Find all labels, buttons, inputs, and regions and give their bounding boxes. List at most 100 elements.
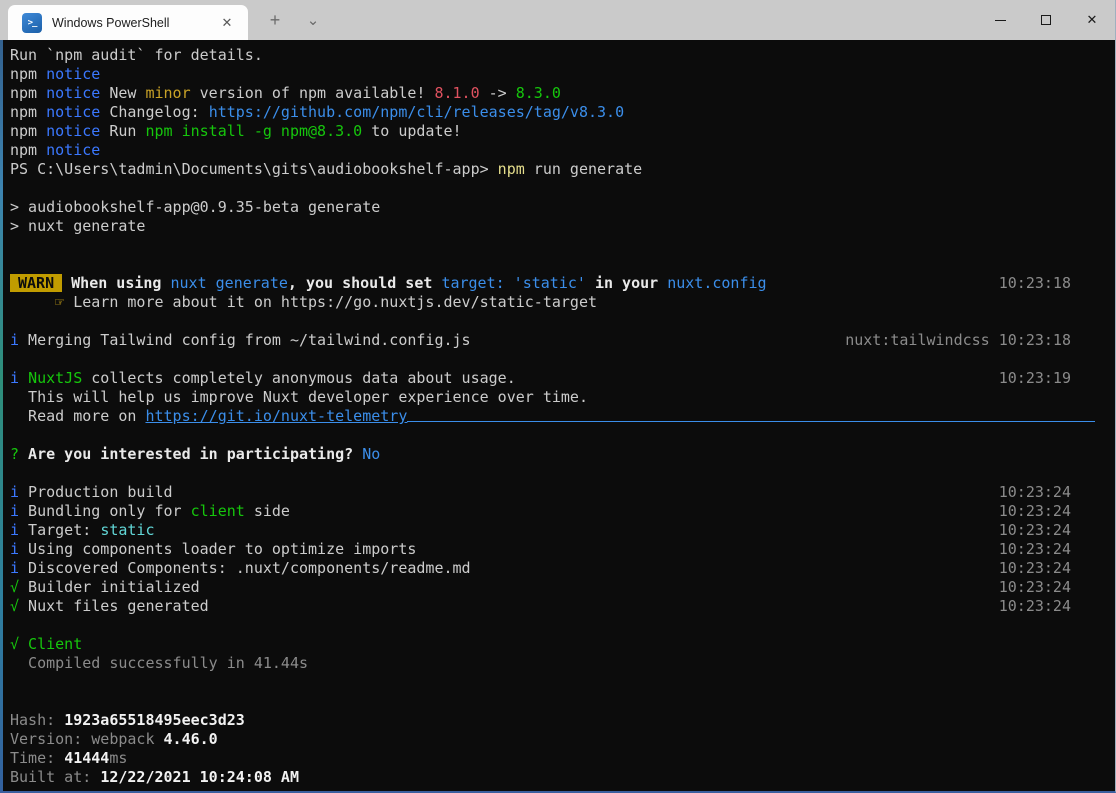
- terminal-text: notice: [46, 103, 100, 121]
- terminal-line: Hash: 1923a65518495eec3d23: [10, 711, 1071, 730]
- terminal-line: i NuxtJS collects completely anonymous d…: [10, 369, 1071, 388]
- terminal-text: Compiled successfully in 41.44s: [10, 654, 308, 672]
- terminal-text: in your: [586, 274, 667, 292]
- terminal-text: New: [100, 84, 145, 102]
- close-button[interactable]: ✕: [1069, 0, 1115, 40]
- terminal-line: WARN When using nuxt generate, you shoul…: [10, 274, 1071, 293]
- terminal-text: NuxtJS: [28, 369, 82, 387]
- terminal-text: Time:: [10, 749, 64, 767]
- maximize-button[interactable]: [1023, 0, 1069, 40]
- tab-close-icon[interactable]: ✕: [216, 12, 238, 34]
- terminal-text: Run: [100, 122, 145, 140]
- terminal-line: npm notice: [10, 65, 1071, 84]
- terminal-text: WARN: [10, 274, 62, 292]
- terminal-line: > audiobookshelf-app@0.9.35-beta generat…: [10, 198, 1071, 217]
- terminal-line: Read more on https://git.io/nuxt-telemet…: [10, 407, 1071, 426]
- terminal-text: npm install -g npm@8.3.0: [145, 122, 362, 140]
- terminal-text: npm: [498, 160, 525, 178]
- terminal-text: Production build: [19, 483, 173, 501]
- terminal-text: Learn more about it on https://go.nuxtjs…: [64, 293, 597, 311]
- terminal-text: ->: [480, 84, 516, 102]
- tab-title: Windows PowerShell: [52, 16, 216, 30]
- terminal-text: This will help us improve Nuxt developer…: [10, 388, 588, 406]
- new-tab-button[interactable]: +: [260, 5, 290, 35]
- terminal-text: ms: [109, 749, 127, 767]
- terminal-line: i Production build10:23:24: [10, 483, 1071, 502]
- terminal-output[interactable]: Run `npm audit` for details.npm noticenp…: [0, 40, 1115, 791]
- terminal-text: collects completely anonymous data about…: [82, 369, 515, 387]
- terminal-line: npm notice: [10, 141, 1071, 160]
- terminal-line: √ Client: [10, 635, 1071, 654]
- log-timestamp: nuxt:tailwindcss 10:23:18: [845, 331, 1071, 350]
- terminal-text: i: [10, 331, 19, 349]
- terminal-text: Changelog:: [100, 103, 208, 121]
- terminal-text: > nuxt generate: [10, 217, 145, 235]
- terminal-line: Built at: 12/22/2021 10:24:08 AM: [10, 768, 1071, 787]
- terminal-text: > audiobookshelf-app@0.9.35-beta generat…: [10, 198, 380, 216]
- terminal-line: [10, 692, 1071, 711]
- terminal-text: Nuxt files generated: [19, 597, 209, 615]
- log-timestamp: 10:23:24: [999, 483, 1071, 502]
- terminal-text: ☞: [55, 293, 64, 311]
- terminal-link[interactable]: https://github.com/npm/cli/releases/tag/…: [209, 103, 624, 121]
- terminal-link[interactable]: target: 'static': [441, 274, 586, 292]
- terminal-line: ? Are you interested in participating? N…: [10, 445, 1071, 464]
- terminal-text: Merging Tailwind config from ~/tailwind.…: [19, 331, 471, 349]
- terminal-line: √ Builder initialized10:23:24: [10, 578, 1071, 597]
- terminal-text: Bundling only for: [19, 502, 191, 520]
- terminal-line: [10, 616, 1071, 635]
- terminal-text: Run `npm audit` for details.: [10, 46, 263, 64]
- log-timestamp: 10:23:24: [999, 540, 1071, 559]
- close-icon: ✕: [1087, 12, 1098, 28]
- log-timestamp: 10:23:19: [999, 369, 1071, 388]
- log-timestamp: 10:23:18: [999, 274, 1071, 293]
- terminal-text: notice: [46, 141, 100, 159]
- terminal-text: static: [100, 521, 154, 539]
- terminal-text: Discovered Components: .nuxt/components/…: [19, 559, 471, 577]
- terminal-text: notice: [46, 122, 100, 140]
- terminal-line: npm notice New minor version of npm avai…: [10, 84, 1071, 103]
- terminal-line: > nuxt generate: [10, 217, 1071, 236]
- terminal-line: npm notice Run npm install -g npm@8.3.0 …: [10, 122, 1071, 141]
- terminal-text: [19, 369, 28, 387]
- terminal-text: notice: [46, 65, 100, 83]
- terminal-text: i: [10, 540, 19, 558]
- terminal-text: npm: [10, 84, 46, 102]
- terminal-line: ☞ Learn more about it on https://go.nuxt…: [10, 293, 1071, 312]
- terminal-text: Are you interested in participating?: [19, 445, 362, 463]
- terminal-link[interactable]: No: [362, 445, 380, 463]
- chevron-down-icon[interactable]: ⌄: [298, 5, 328, 35]
- terminal-line: npm notice Changelog: https://github.com…: [10, 103, 1071, 122]
- log-timestamp: 10:23:24: [999, 559, 1071, 578]
- log-timestamp: 10:23:24: [999, 521, 1071, 540]
- terminal-line: i Bundling only for client side10:23:24: [10, 502, 1071, 521]
- terminal-text: 12/22/2021 10:24:08 AM: [100, 768, 299, 786]
- terminal-text: Built at:: [10, 768, 100, 786]
- terminal-text: client: [191, 502, 245, 520]
- terminal-text: Read more on: [10, 407, 145, 425]
- terminal-text: i: [10, 369, 19, 387]
- terminal-text: minor: [145, 84, 190, 102]
- terminal-text: npm: [10, 103, 46, 121]
- terminal-line: [10, 255, 1071, 274]
- terminal-text: √ Client: [10, 635, 82, 653]
- log-timestamp: 10:23:24: [999, 502, 1071, 521]
- terminal-text: version of npm available!: [191, 84, 435, 102]
- terminal-line: Time: 41444ms: [10, 749, 1071, 768]
- minimize-button[interactable]: [977, 0, 1023, 40]
- tab-windows-powershell[interactable]: >_ Windows PowerShell ✕: [8, 5, 248, 40]
- terminal-line: Compiled successfully in 41.44s: [10, 654, 1071, 673]
- terminal-text: Target:: [19, 521, 100, 539]
- terminal-line: [10, 673, 1071, 692]
- terminal-window: >_ Windows PowerShell ✕ + ⌄ ✕ Run `npm a…: [0, 0, 1116, 793]
- terminal-text: npm: [10, 122, 46, 140]
- terminal-line: i Target: static10:23:24: [10, 521, 1071, 540]
- terminal-text: ?: [10, 445, 19, 463]
- maximize-icon: [1041, 15, 1051, 25]
- terminal-line: [10, 312, 1071, 331]
- terminal-line: i Using components loader to optimize im…: [10, 540, 1071, 559]
- terminal-link[interactable]: nuxt.config: [667, 274, 766, 292]
- window-edge-accent: [0, 40, 3, 791]
- terminal-link[interactable]: nuxt generate: [171, 274, 288, 292]
- terminal-link[interactable]: https://git.io/nuxt-telemetry: [145, 407, 407, 425]
